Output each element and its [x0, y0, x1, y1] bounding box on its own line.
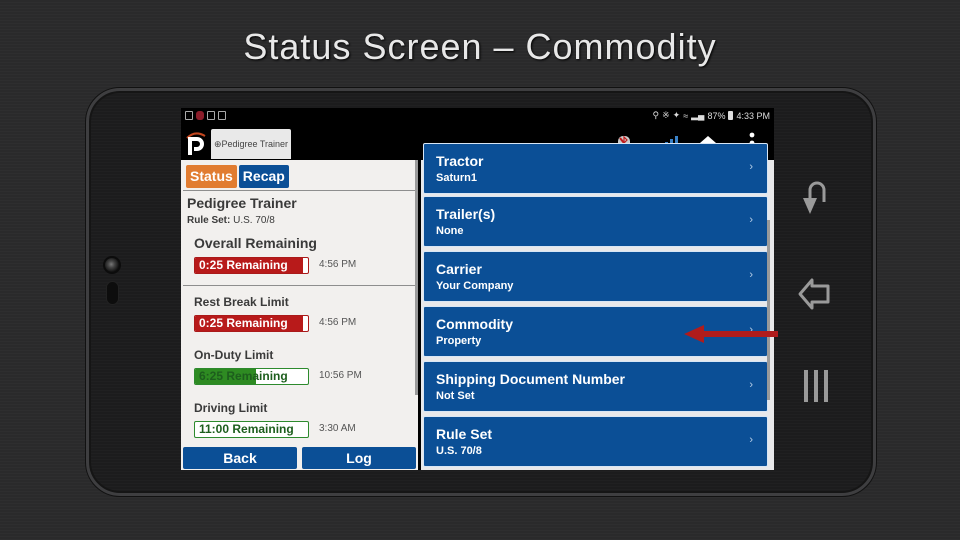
- limit-remaining: 0:25 Remaining: [199, 258, 288, 272]
- limit-title: Driving Limit: [194, 401, 268, 415]
- chevron-right-icon: ›: [749, 434, 753, 446]
- limit-time: 4:56 PM: [319, 259, 357, 270]
- limit-progress-bar: 0:25 Remaining: [194, 257, 309, 274]
- card-value: Property: [436, 335, 482, 347]
- app-icon: [196, 111, 204, 120]
- right-scrollbar[interactable]: [767, 220, 770, 400]
- limit-time: 10:56 PM: [319, 370, 362, 381]
- back-button[interactable]: Back: [183, 447, 297, 469]
- image-icon: [218, 111, 226, 120]
- tab-recap[interactable]: Recap: [238, 165, 289, 188]
- card-title: Commodity: [436, 316, 513, 332]
- card-value: Your Company: [436, 280, 514, 292]
- limit-remaining: 6:25 Remaining: [199, 369, 288, 383]
- driver-name: Pedigree Trainer: [187, 195, 297, 211]
- card-tractor[interactable]: Tractor Saturn1 ›: [423, 143, 768, 194]
- rule-set: Rule Set: U.S. 70/8: [187, 215, 275, 226]
- card-shipping-document[interactable]: Shipping Document Number Not Set ›: [423, 361, 768, 412]
- android-status-bar: ⚲ ※ ✦ ≈ ▂▄ 87% 4:33 PM: [181, 108, 774, 126]
- battery-icon: [728, 111, 734, 120]
- tab-status[interactable]: Status: [186, 165, 237, 188]
- card-title: Carrier: [436, 261, 482, 277]
- chevron-right-icon: ›: [749, 214, 753, 226]
- limit-title: On-Duty Limit: [194, 348, 274, 362]
- card-trailers[interactable]: Trailer(s) None ›: [423, 196, 768, 247]
- status-tabs: Status Recap: [186, 165, 289, 188]
- limit-remaining: 0:25 Remaining: [199, 316, 288, 330]
- limit-time: 3:30 AM: [319, 423, 356, 434]
- clock: 4:33 PM: [736, 110, 770, 121]
- card-title: Shipping Document Number: [436, 371, 625, 387]
- tab-pedigree-trainer[interactable]: ⊕Pedigree Trainer: [211, 129, 291, 159]
- limit-remaining: 11:00 Remaining: [199, 422, 294, 436]
- wifi-icon: ≈: [683, 110, 689, 121]
- chevron-right-icon: ›: [749, 379, 753, 391]
- limit-title: Overall Remaining: [194, 235, 317, 251]
- device-screen: ⚲ ※ ✦ ≈ ▂▄ 87% 4:33 PM ⊕Pedigree Trainer: [181, 108, 774, 470]
- location-icon: ⚲: [652, 110, 660, 120]
- limit-progress-bar: 6:25 Remaining: [194, 368, 309, 385]
- card-title: Rule Set: [436, 426, 493, 442]
- limit-progress-bar: 11:00 Remaining: [194, 421, 309, 438]
- card-value: Saturn1: [436, 172, 477, 184]
- rule-set-value: U.S. 70/8: [233, 215, 275, 226]
- chevron-right-icon: ›: [749, 161, 753, 173]
- slide-title: Status Screen – Commodity: [243, 26, 717, 67]
- card-carrier[interactable]: Carrier Your Company ›: [423, 251, 768, 302]
- sensor: [106, 281, 119, 305]
- divider: [183, 285, 415, 286]
- square-icon: [207, 111, 215, 120]
- details-panel: Tractor Saturn1 › Trailer(s) None › Carr…: [421, 143, 774, 470]
- limit-title: Rest Break Limit: [194, 295, 289, 309]
- annotation-arrow-icon: [684, 325, 778, 343]
- pedigree-logo[interactable]: [185, 130, 207, 156]
- card-value: Not Set: [436, 390, 475, 402]
- chevron-right-icon: ›: [749, 269, 753, 281]
- mute-icon: ✦: [672, 110, 681, 120]
- card-rule-set[interactable]: Rule Set U.S. 70/8 ›: [423, 416, 768, 467]
- card-value: U.S. 70/8: [436, 445, 482, 457]
- status-panel: Status Recap Pedigree Trainer Rule Set: …: [181, 160, 418, 470]
- signal-icon: ▂▄: [691, 110, 705, 120]
- rule-set-label: Rule Set:: [187, 215, 231, 226]
- card-title: Tractor: [436, 153, 484, 169]
- bluetooth-icon: ※: [662, 110, 670, 120]
- menu-lines-icon[interactable]: [798, 368, 834, 406]
- camera-icon: [103, 256, 121, 274]
- battery-percent: 87%: [707, 110, 726, 121]
- log-button[interactable]: Log: [302, 447, 416, 469]
- limit-progress-bar: 0:25 Remaining: [194, 315, 309, 332]
- back-arrow-icon[interactable]: [798, 274, 834, 314]
- return-arrow-icon[interactable]: [798, 180, 834, 220]
- notification-icon: [185, 111, 193, 120]
- card-value: None: [436, 225, 464, 237]
- limit-time: 4:56 PM: [319, 317, 357, 328]
- card-title: Trailer(s): [436, 206, 496, 222]
- divider: [183, 190, 415, 191]
- left-scrollbar[interactable]: [415, 160, 418, 395]
